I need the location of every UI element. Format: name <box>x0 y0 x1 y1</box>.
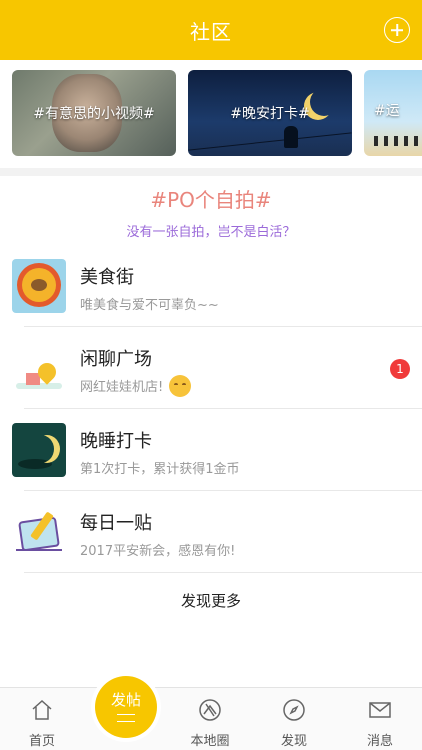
carousel-card-label: #晚安打卡# <box>230 106 310 122</box>
tab-discover[interactable]: 发现 <box>252 688 336 750</box>
list-item-title: 每日一贴 <box>80 513 152 534</box>
chat-thumbnail-image <box>12 341 66 395</box>
compass-icon <box>283 699 305 721</box>
wire-graphic <box>188 132 352 151</box>
section-divider <box>0 168 422 176</box>
tab-label: 本地圈 <box>190 734 230 749</box>
tab-label: 消息 <box>366 734 393 749</box>
list-item-night-checkin[interactable]: 晚睡打卡 第1次打卡，累计获得1金币 <box>0 409 422 491</box>
list-item-title: 晚睡打卡 <box>80 431 152 452</box>
list-item-food-street[interactable]: 美食街 唯美食与爱不可辜负~~ <box>0 245 422 327</box>
list-item-daily-post[interactable]: 每日一贴 2017平安新会，感恩有你! <box>0 491 422 573</box>
topic-subtitle: 没有一张自拍，岂不是白活？ <box>126 225 296 240</box>
top-bar: 社区 <box>0 0 422 60</box>
list-item-desc: 网红娃娃机店! <box>80 374 192 399</box>
list-item-chat-plaza[interactable]: 闲聊广场 网红娃娃机店! 1 <box>0 327 422 409</box>
list-item-title: 美食街 <box>80 267 134 288</box>
home-icon <box>32 699 52 720</box>
divider <box>24 572 422 573</box>
unread-badge: 1 <box>390 359 410 379</box>
list-item-desc: 2017平安新会，感恩有你! <box>80 544 236 559</box>
tab-messages[interactable]: 消息 <box>338 688 422 750</box>
carousel-card-sport[interactable]: #运 <box>364 70 422 156</box>
post-button-label: 发帖 <box>110 690 141 709</box>
food-thumbnail-image <box>12 259 66 313</box>
bottom-tab-bar: 首页 本地圈 发现 消息 <box>0 687 422 750</box>
menu-lines-icon <box>117 713 135 722</box>
list-item-desc: 第1次打卡，累计获得1金币 <box>80 462 240 477</box>
tab-local-circle[interactable]: 本地圈 <box>168 688 252 750</box>
list-item-desc: 唯美食与爱不可辜负~~ <box>80 298 219 313</box>
cat-silhouette-icon <box>284 126 298 148</box>
tab-label: 发现 <box>280 734 307 749</box>
post-button[interactable]: 发帖 <box>95 676 157 738</box>
carousel-card-goodnight[interactable]: #晚安打卡# <box>188 70 352 156</box>
tab-label: 首页 <box>28 734 55 749</box>
people-silhouette-graphic <box>374 136 422 146</box>
plus-circle-icon[interactable] <box>384 17 410 43</box>
discover-more-link[interactable]: 发现更多 <box>0 590 422 611</box>
list-item-title: 闲聊广场 <box>80 349 152 370</box>
daily-thumbnail-image <box>12 505 66 559</box>
topic-title[interactable]: #PO个自拍# <box>0 184 422 213</box>
page-title: 社区 <box>190 19 232 44</box>
night-thumbnail-image <box>12 423 66 477</box>
local-circle-icon <box>199 699 221 721</box>
carousel-card-video[interactable]: #有意思的小视频# <box>12 70 176 156</box>
moon-icon <box>310 88 338 116</box>
topic-carousel[interactable]: #有意思的小视频# #晚安打卡# #运 <box>0 60 422 168</box>
mail-icon <box>369 702 391 718</box>
carousel-card-label: #有意思的小视频# <box>33 106 155 122</box>
tab-home[interactable]: 首页 <box>0 688 84 750</box>
smile-emoji-icon <box>169 374 192 397</box>
list-item-desc-text: 网红娃娃机店! <box>80 380 164 395</box>
carousel-card-label: #运 <box>374 103 400 119</box>
